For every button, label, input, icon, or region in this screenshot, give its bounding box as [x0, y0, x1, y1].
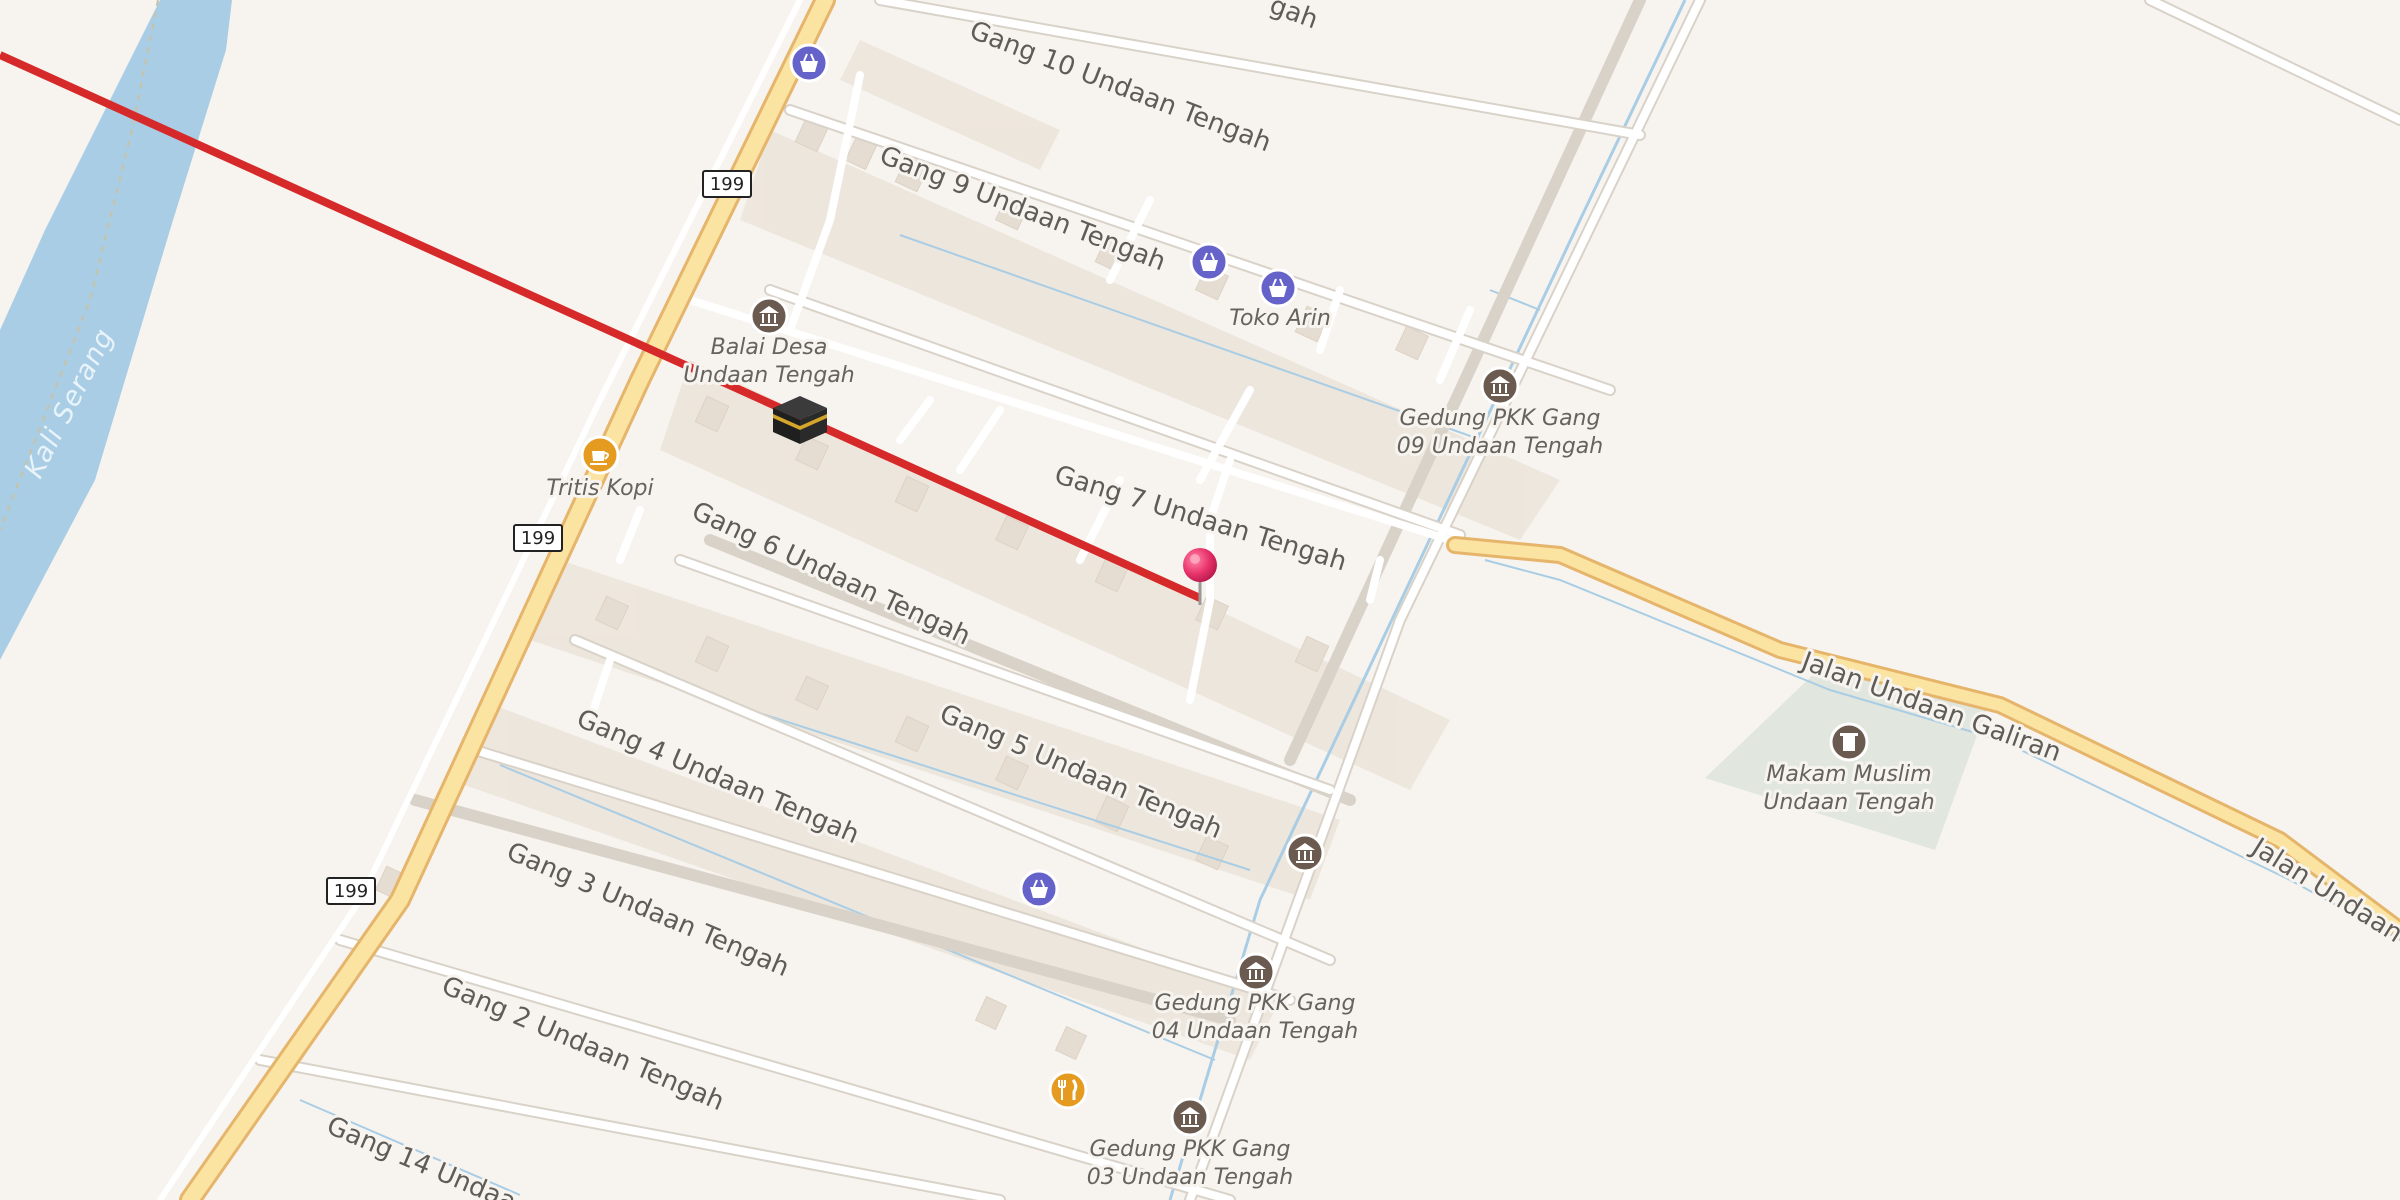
svg-text:199: 199 — [710, 174, 744, 195]
poi-label-pkk-09: Gedung PKK Gang — [1400, 406, 1601, 431]
street-label-jalan-2: Jalan Undaan G — [2245, 831, 2400, 964]
svg-text:199: 199 — [521, 528, 555, 549]
poi-label-pkk-03: 03 Undaan Tengah — [1087, 1165, 1294, 1190]
poi-label-balai-desa: Balai Desa — [711, 335, 828, 360]
river — [0, 0, 232, 660]
poi-label-pkk-09: 09 Undaan Tengah — [1397, 434, 1604, 459]
town-hall-icon[interactable] — [1170, 1097, 1210, 1137]
fork-knife-icon[interactable] — [1048, 1070, 1088, 1110]
coffee-cup-icon[interactable] — [580, 435, 620, 475]
poi-label-tritis-kopi: Tritis Kopi — [546, 476, 653, 501]
town-hall-icon[interactable] — [1236, 952, 1276, 992]
route-shield: 199 — [702, 170, 752, 198]
poi-label-makam: Makam Muslim — [1766, 762, 1931, 787]
street-label-gang14: Gang 14 Undaa — [322, 1111, 520, 1200]
poi-label-pkk-04: Gedung PKK Gang — [1155, 991, 1356, 1016]
grave-icon[interactable] — [1829, 722, 1869, 762]
poi-label-balai-desa: Undaan Tengah — [683, 363, 855, 388]
poi-label-pkk-04: 04 Undaan Tengah — [1152, 1019, 1359, 1044]
poi-label-makam: Undaan Tengah — [1763, 790, 1935, 815]
town-hall-icon[interactable] — [1480, 366, 1520, 406]
map-layer[interactable]: Kali Serang gah Gang 10 Undaan Tengah Ga… — [0, 0, 2400, 1200]
poi-label-toko-arin: Toko Arin — [1229, 306, 1331, 331]
route-shield: 199 — [513, 524, 563, 552]
poi-label-pkk-03: Gedung PKK Gang — [1090, 1137, 1291, 1162]
shopping-basket-icon[interactable] — [1019, 869, 1059, 909]
map-canvas[interactable]: Kali Serang gah Gang 10 Undaan Tengah Ga… — [0, 0, 2400, 1200]
svg-text:199: 199 — [334, 881, 368, 902]
street-label-top: gah — [1266, 0, 1322, 35]
shopping-basket-icon[interactable] — [1258, 268, 1298, 308]
town-hall-icon[interactable] — [1285, 833, 1325, 873]
town-hall-icon[interactable] — [749, 296, 789, 336]
route-shield: 199 — [326, 877, 376, 905]
shopping-basket-icon[interactable] — [789, 43, 829, 83]
shopping-basket-icon[interactable] — [1189, 242, 1229, 282]
